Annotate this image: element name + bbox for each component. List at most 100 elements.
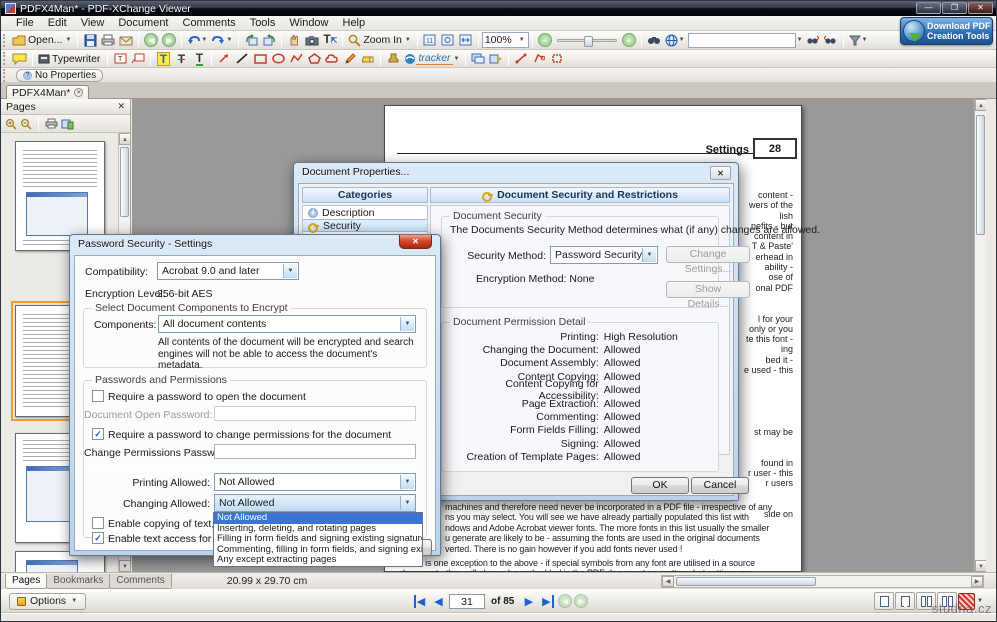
- cloud-tool-button[interactable]: [323, 50, 341, 67]
- dropdown-option[interactable]: Commenting, filling in form fields, and …: [214, 545, 422, 556]
- compatibility-combo[interactable]: Acrobat 9.0 and later▼: [157, 262, 299, 280]
- zoom-slider[interactable]: [557, 39, 617, 42]
- dropdown-option[interactable]: Any except extracting pages: [214, 555, 422, 566]
- require-open-checkbox[interactable]: [92, 390, 104, 402]
- zoom-out-button[interactable]: –: [536, 32, 554, 49]
- document-tab[interactable]: PDFX4Man* ✕: [6, 85, 89, 99]
- snapshot-tool-button[interactable]: [303, 32, 321, 49]
- zoom-in-tool-button[interactable]: Zoom In▼: [346, 32, 413, 49]
- scroll-down-icon[interactable]: ▼: [119, 560, 131, 572]
- last-page-button[interactable]: ▶: [539, 593, 556, 610]
- hand-tool-button[interactable]: [285, 32, 303, 49]
- redo-button[interactable]: ▼: [210, 32, 235, 49]
- first-page-button[interactable]: ◀: [411, 593, 428, 610]
- undo-button[interactable]: ▼: [185, 32, 210, 49]
- text-box-button[interactable]: T: [111, 50, 129, 67]
- fit-width-button[interactable]: [457, 32, 475, 49]
- typewriter-button[interactable]: Typewriter: [36, 50, 104, 67]
- panel-tab-bookmarks[interactable]: Bookmarks: [46, 574, 110, 589]
- oval-tool-button[interactable]: [269, 50, 287, 67]
- dialog-close-button[interactable]: ✕: [399, 235, 432, 249]
- cancel-button[interactable]: Cancel: [691, 477, 749, 494]
- underline-text-button[interactable]: T: [190, 50, 208, 67]
- options-button[interactable]: Options▼: [9, 593, 86, 610]
- next-page-button[interactable]: ▶: [520, 593, 537, 610]
- rotate-ccw-button[interactable]: [242, 32, 260, 49]
- continuous-layout-button[interactable]: [895, 592, 915, 610]
- go-forward-button[interactable]: ▶: [160, 32, 178, 49]
- pencil-tool-button[interactable]: [341, 50, 359, 67]
- menu-window[interactable]: Window: [282, 16, 335, 31]
- eraser-tool-button[interactable]: [359, 50, 377, 67]
- sticky-note-button[interactable]: [10, 50, 29, 67]
- minimize-button[interactable]: —: [916, 2, 941, 14]
- changing-allowed-combo[interactable]: Not Allowed▼: [214, 494, 416, 512]
- rectangle-tool-button[interactable]: [251, 50, 269, 67]
- show-details-button[interactable]: Show Details...: [666, 281, 750, 298]
- zoom-slider-knob[interactable]: [584, 36, 593, 47]
- history-back-icon[interactable]: ◀: [558, 594, 572, 608]
- download-pdf-creation-tools-badge[interactable]: Download PDFCreation Tools: [900, 17, 993, 45]
- strikeout-text-button[interactable]: T: [172, 50, 190, 67]
- panel-close-icon[interactable]: ✕: [117, 101, 125, 112]
- save-button[interactable]: [81, 32, 99, 49]
- panel-tab-pages[interactable]: Pages: [5, 574, 47, 589]
- scroll-left-icon[interactable]: ◀: [662, 576, 674, 587]
- go-back-button[interactable]: ◀: [142, 32, 160, 49]
- polygon-tool-button[interactable]: [305, 50, 323, 67]
- page-number-input[interactable]: 31: [449, 594, 485, 609]
- scrollbar-thumb[interactable]: [676, 577, 816, 586]
- search-button[interactable]: [645, 32, 663, 49]
- menu-view[interactable]: View: [74, 16, 112, 31]
- stamp-tool-button[interactable]: [384, 50, 402, 67]
- vertical-scrollbar[interactable]: ▲ ▼: [974, 99, 986, 572]
- web-search-button[interactable]: ▼: [663, 32, 688, 49]
- select-tool-button[interactable]: T⇱: [321, 32, 339, 49]
- maximize-button[interactable]: ❐: [942, 2, 967, 14]
- arrow-tool-button[interactable]: [215, 50, 233, 67]
- perimeter-tool-button[interactable]: [530, 50, 548, 67]
- show-comments-button[interactable]: [469, 50, 487, 67]
- menu-file[interactable]: File: [9, 16, 41, 31]
- tracker-link-button[interactable]: tracker▼: [402, 50, 462, 67]
- single-page-layout-button[interactable]: [874, 592, 894, 610]
- open-button[interactable]: Open...▼: [10, 32, 74, 49]
- dropdown-option-selected[interactable]: Not Allowed: [214, 513, 422, 524]
- history-forward-icon[interactable]: ▶: [574, 594, 588, 608]
- tab-close-icon[interactable]: ✕: [74, 88, 83, 97]
- filter-button[interactable]: ▼: [847, 32, 871, 49]
- dropdown-option[interactable]: Inserting, deleting, and rotating pages: [214, 524, 422, 535]
- open-password-input[interactable]: [214, 406, 416, 421]
- enable-copy-checkbox[interactable]: [92, 517, 104, 529]
- components-combo[interactable]: All document contents▼: [158, 315, 416, 333]
- line-tool-button[interactable]: [233, 50, 251, 67]
- highlight-text-button[interactable]: T: [154, 50, 172, 67]
- toolbar-grip[interactable]: [3, 69, 8, 82]
- thumb-options-button[interactable]: [61, 118, 74, 130]
- category-description[interactable]: i Description: [303, 206, 427, 219]
- polyline-tool-button[interactable]: [287, 50, 305, 67]
- search-input[interactable]: [688, 33, 796, 48]
- dropdown-option[interactable]: Filling in form fields and signing exist…: [214, 534, 422, 545]
- previous-page-button[interactable]: ◀: [430, 593, 447, 610]
- toolbar-grip[interactable]: [3, 52, 8, 65]
- fit-page-button[interactable]: [439, 32, 457, 49]
- menu-tools[interactable]: Tools: [243, 16, 283, 31]
- printing-allowed-combo[interactable]: Not Allowed▼: [214, 473, 416, 491]
- menu-help[interactable]: Help: [336, 16, 373, 31]
- thumb-zoom-out-button[interactable]: [20, 118, 32, 130]
- change-settings-button[interactable]: Change Settings...: [666, 246, 750, 263]
- find-prev-button[interactable]: [822, 32, 840, 49]
- distance-tool-button[interactable]: [512, 50, 530, 67]
- thumb-zoom-in-button[interactable]: [5, 118, 17, 130]
- ok-button[interactable]: OK: [631, 477, 689, 494]
- scroll-up-icon[interactable]: ▲: [975, 99, 986, 111]
- toolbar-grip[interactable]: [3, 34, 8, 47]
- security-method-combo[interactable]: Password Security▼: [550, 246, 658, 264]
- enable-access-checkbox[interactable]: ✓: [92, 532, 104, 544]
- callout-button[interactable]: [129, 50, 147, 67]
- actual-size-button[interactable]: 11: [421, 32, 439, 49]
- zoom-in-button[interactable]: +: [620, 32, 638, 49]
- area-tool-button[interactable]: [548, 50, 566, 67]
- dialog-close-button[interactable]: ✕: [710, 166, 731, 180]
